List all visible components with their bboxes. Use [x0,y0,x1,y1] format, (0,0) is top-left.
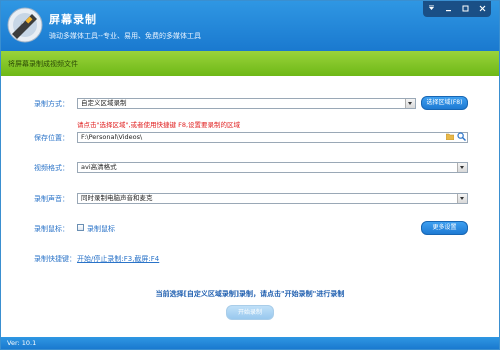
app-window: 屏幕录制 骑动多媒体工具--专业、易用、免费的多媒体工具 将屏幕录制成视频文件 … [0,0,500,350]
app-logo-icon [7,7,43,43]
save-location-label: 保存位置： [34,134,69,142]
chevron-down-icon[interactable] [457,194,467,203]
hotkey-label: 录制快捷键： [34,255,76,263]
minimize-icon[interactable] [440,1,457,17]
search-icon[interactable] [457,132,466,141]
status-message: 当前选择[自定义区域录制]录制，请点击"开始录制"进行录制 [155,290,345,298]
audio-select[interactable]: 同时录制电脑声音和麦克 [77,193,468,204]
video-format-value: avi高清格式 [81,163,117,171]
status-bar: Ver: 10.1 [1,337,499,349]
record-cursor-checkbox-label[interactable]: 录制鼠标 [87,224,115,234]
record-mode-label: 录制方式： [34,100,69,108]
app-subtitle: 骑动多媒体工具--专业、易用、免费的多媒体工具 [49,32,202,40]
save-location-value: F:\Personal\Videos\ [81,133,143,141]
section-bar: 将屏幕录制成视频文件 [1,51,499,76]
cursor-label: 录制鼠标： [34,225,69,233]
window-controls [423,1,491,17]
audio-label: 录制声音： [34,195,69,203]
maximize-icon[interactable] [457,1,474,17]
record-mode-select[interactable]: 自定义区域录制 [77,98,416,109]
chevron-down-icon[interactable] [405,99,415,108]
hotkey-link[interactable]: 开始/停止录制:F3,截屏:F4 [77,254,159,264]
record-mode-value: 自定义区域录制 [81,99,127,107]
start-record-button[interactable]: 开始录制 [226,305,274,320]
video-format-select[interactable]: avi高清格式 [77,162,468,173]
audio-value: 同时录制电脑声音和麦克 [81,194,153,202]
menu-down-icon[interactable] [423,1,440,17]
video-format-label: 视频格式： [34,164,69,172]
hint-text: 请点击"选择区域",或者使用快捷键 F8,设置要录制的区域 [77,121,241,129]
more-settings-button[interactable]: 更多设置 [421,221,468,235]
version-label: Ver: 10.1 [7,339,37,347]
chevron-down-icon[interactable] [457,163,467,172]
title-bar: 屏幕录制 骑动多媒体工具--专业、易用、免费的多媒体工具 [1,1,499,51]
app-title: 屏幕录制 [49,13,97,26]
select-area-button[interactable]: 选择区域(F8) [421,96,468,110]
section-label: 将屏幕录制成视频文件 [8,60,78,68]
close-icon[interactable] [474,1,491,17]
record-cursor-checkbox[interactable] [77,224,84,231]
save-location-input[interactable]: F:\Personal\Videos\ [77,132,468,143]
folder-icon[interactable] [446,133,454,140]
